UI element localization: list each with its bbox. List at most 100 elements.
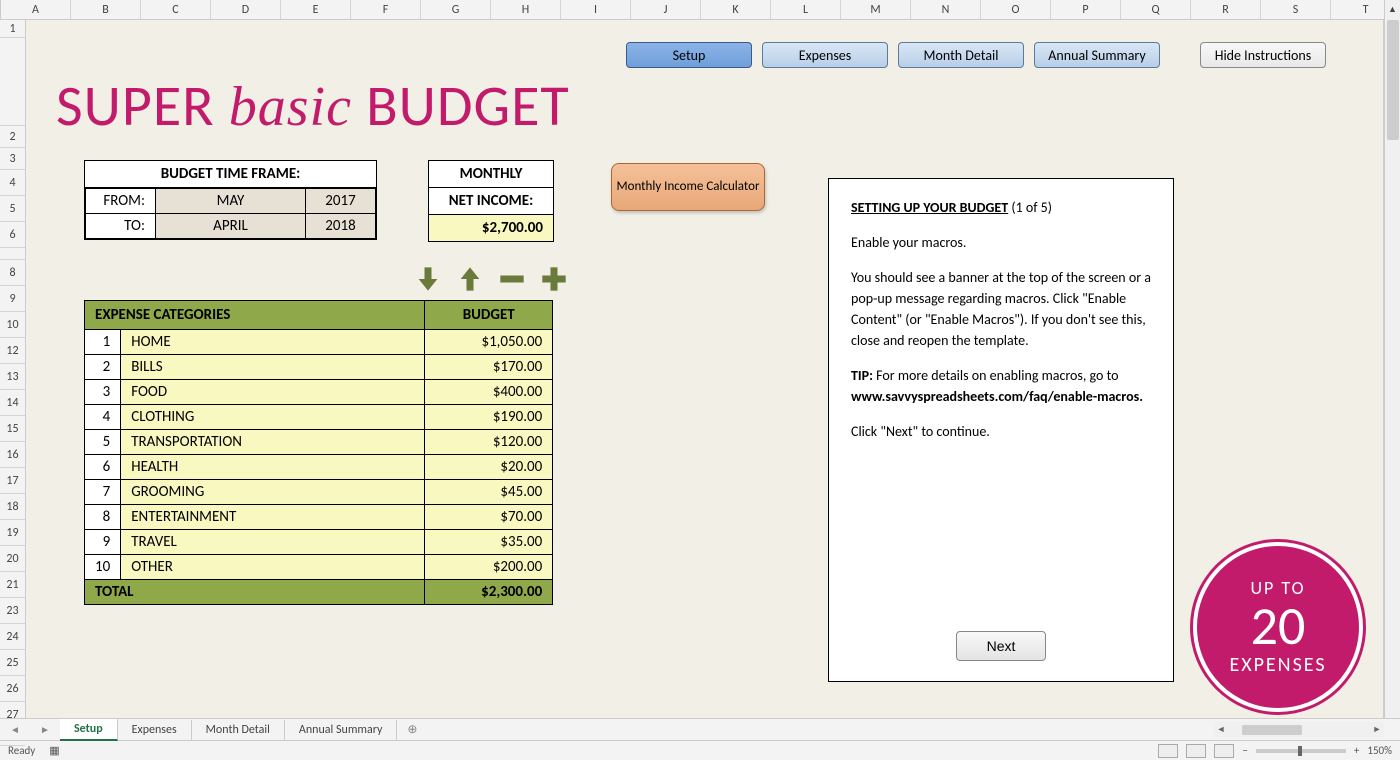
next-button[interactable]: Next: [956, 631, 1046, 661]
column-header-M[interactable]: M: [841, 0, 911, 19]
row-header[interactable]: 19: [0, 520, 25, 546]
row-header[interactable]: 16: [0, 442, 25, 468]
category-cell[interactable]: ENTERTAINMENT: [121, 505, 425, 530]
row-header[interactable]: 12: [0, 338, 25, 364]
row-header[interactable]: [0, 38, 25, 126]
row-header[interactable]: 23: [0, 598, 25, 624]
row-header[interactable]: 18: [0, 494, 25, 520]
column-header-F[interactable]: F: [351, 0, 421, 19]
column-header-S[interactable]: S: [1261, 0, 1331, 19]
vertical-scroll-thumb[interactable]: [1387, 20, 1399, 140]
from-month-cell[interactable]: MAY: [156, 189, 306, 214]
category-cell[interactable]: HOME: [121, 330, 425, 355]
hscroll-right-icon[interactable]: ►: [1370, 724, 1384, 735]
row-header[interactable]: 24: [0, 624, 25, 650]
horizontal-scrollbar[interactable]: ◄ ►: [1214, 722, 1384, 738]
category-cell[interactable]: GROOMING: [121, 480, 425, 505]
budget-cell[interactable]: $170.00: [425, 355, 553, 380]
remove-row-icon[interactable]: [498, 265, 526, 293]
row-header[interactable]: 15: [0, 416, 25, 442]
column-header-J[interactable]: J: [631, 0, 701, 19]
row-header[interactable]: 25: [0, 650, 25, 676]
from-year-cell[interactable]: 2017: [306, 189, 376, 214]
row-header[interactable]: 20: [0, 546, 25, 572]
category-cell[interactable]: HEALTH: [121, 455, 425, 480]
column-header-G[interactable]: G: [421, 0, 491, 19]
zoom-out-icon[interactable]: −: [1242, 744, 1247, 757]
budget-cell[interactable]: $1,050.00: [425, 330, 553, 355]
tab-nav-next-icon[interactable]: ►: [30, 723, 60, 736]
row-header[interactable]: 9: [0, 286, 25, 312]
expenses-nav-button[interactable]: Expenses: [762, 42, 888, 68]
column-header-R[interactable]: R: [1191, 0, 1261, 19]
column-header-H[interactable]: H: [491, 0, 561, 19]
setup-nav-button[interactable]: Setup: [626, 42, 752, 68]
row-header[interactable]: 2: [0, 126, 25, 148]
row-header[interactable]: 14: [0, 390, 25, 416]
column-header-N[interactable]: N: [911, 0, 981, 19]
worksheet-area[interactable]: SUPER basic BUDGET Setup Expenses Month …: [26, 20, 1384, 718]
month-detail-nav-button[interactable]: Month Detail: [898, 42, 1024, 68]
category-cell[interactable]: TRAVEL: [121, 530, 425, 555]
budget-cell[interactable]: $120.00: [425, 430, 553, 455]
budget-cell[interactable]: $35.00: [425, 530, 553, 555]
category-cell[interactable]: OTHER: [121, 555, 425, 580]
column-header-L[interactable]: L: [771, 0, 841, 19]
row-header[interactable]: 6: [0, 222, 25, 248]
budget-cell[interactable]: $200.00: [425, 555, 553, 580]
row-header[interactable]: 26: [0, 676, 25, 702]
to-month-cell[interactable]: APRIL: [156, 214, 306, 239]
add-sheet-icon[interactable]: ⊕: [397, 722, 427, 737]
macro-record-icon[interactable]: ▦: [49, 744, 59, 757]
column-header-E[interactable]: E: [281, 0, 351, 19]
move-down-icon[interactable]: [414, 265, 442, 293]
column-header-K[interactable]: K: [701, 0, 771, 19]
budget-cell[interactable]: $190.00: [425, 405, 553, 430]
row-header[interactable]: 1: [0, 20, 25, 38]
zoom-level[interactable]: 150%: [1367, 744, 1392, 757]
column-header-D[interactable]: D: [211, 0, 281, 19]
horizontal-scroll-thumb[interactable]: [1242, 725, 1302, 735]
column-header-A[interactable]: A: [1, 0, 71, 19]
tab-nav-prev-icon[interactable]: ◄: [0, 723, 30, 736]
net-income-value[interactable]: $2,700.00: [429, 215, 553, 241]
row-header[interactable]: [0, 248, 25, 260]
row-header[interactable]: 17: [0, 468, 25, 494]
category-cell[interactable]: BILLS: [121, 355, 425, 380]
scroll-up-arrow[interactable]: ▲: [1384, 0, 1400, 20]
zoom-slider[interactable]: [1256, 749, 1346, 753]
category-cell[interactable]: FOOD: [121, 380, 425, 405]
row-header[interactable]: 10: [0, 312, 25, 338]
move-up-icon[interactable]: [456, 265, 484, 293]
budget-cell[interactable]: $20.00: [425, 455, 553, 480]
vertical-scrollbar[interactable]: [1384, 20, 1400, 718]
hscroll-left-icon[interactable]: ◄: [1214, 724, 1228, 735]
column-header-P[interactable]: P: [1051, 0, 1121, 19]
category-cell[interactable]: CLOTHING: [121, 405, 425, 430]
row-header[interactable]: 3: [0, 148, 25, 170]
income-calculator-button[interactable]: Monthly Income Calculator: [611, 163, 765, 211]
row-header[interactable]: 8: [0, 260, 25, 286]
tab-setup[interactable]: Setup: [60, 719, 118, 741]
column-header-Q[interactable]: Q: [1121, 0, 1191, 19]
page-break-view-icon[interactable]: [1214, 744, 1234, 758]
annual-summary-nav-button[interactable]: Annual Summary: [1034, 42, 1160, 68]
category-cell[interactable]: TRANSPORTATION: [121, 430, 425, 455]
row-header[interactable]: 5: [0, 196, 25, 222]
tab-annual-summary[interactable]: Annual Summary: [285, 720, 397, 740]
budget-cell[interactable]: $70.00: [425, 505, 553, 530]
add-row-icon[interactable]: [540, 265, 568, 293]
normal-view-icon[interactable]: [1158, 744, 1178, 758]
budget-cell[interactable]: $400.00: [425, 380, 553, 405]
row-header[interactable]: 21: [0, 572, 25, 598]
column-header-I[interactable]: I: [561, 0, 631, 19]
row-header[interactable]: 4: [0, 170, 25, 196]
to-year-cell[interactable]: 2018: [306, 214, 376, 239]
column-header-B[interactable]: B: [71, 0, 141, 19]
column-header-O[interactable]: O: [981, 0, 1051, 19]
tab-expenses[interactable]: Expenses: [118, 720, 192, 740]
page-layout-view-icon[interactable]: [1186, 744, 1206, 758]
tab-month-detail[interactable]: Month Detail: [192, 720, 285, 740]
row-header[interactable]: 13: [0, 364, 25, 390]
hide-instructions-button[interactable]: Hide Instructions: [1200, 42, 1326, 68]
